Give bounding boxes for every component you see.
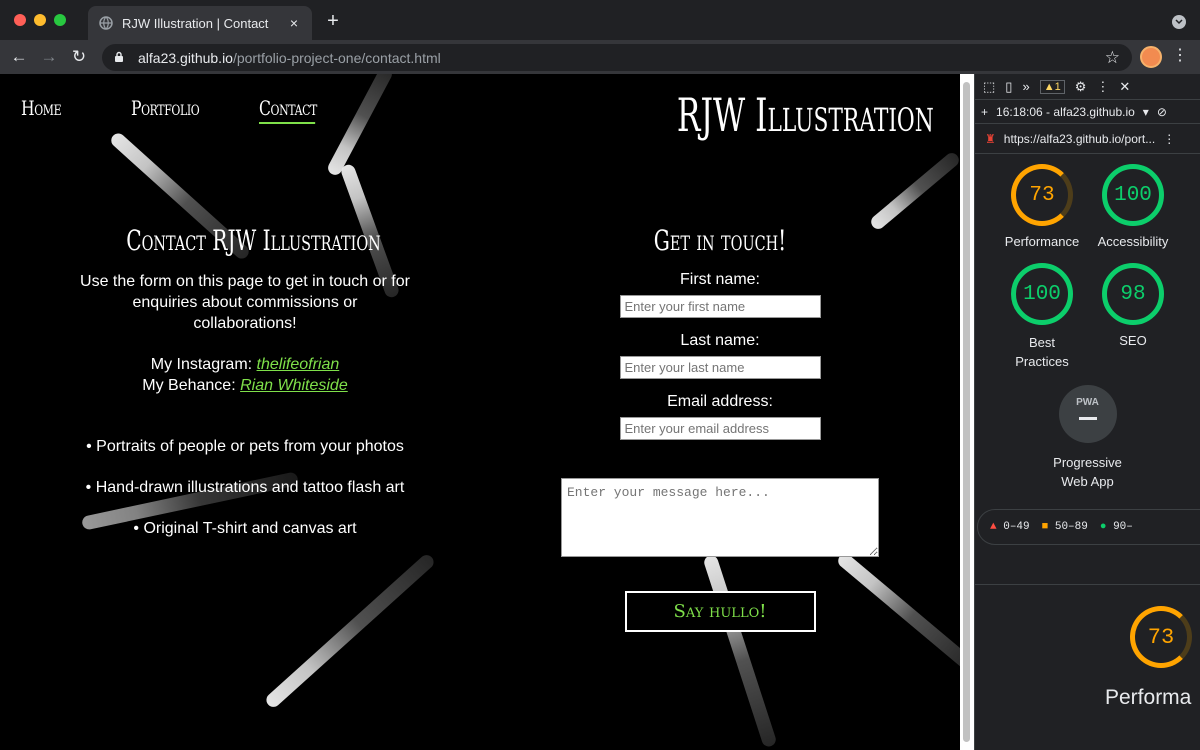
report-menu-icon[interactable]: ⋮: [1163, 132, 1175, 146]
gauge-label: Performance: [1004, 234, 1080, 249]
brush-stroke-decoration: [263, 552, 437, 710]
url-host: alfa23.github.io: [138, 49, 233, 66]
nav-contact-link[interactable]: Contact: [259, 96, 317, 124]
minimize-window-button[interactable]: [34, 14, 46, 26]
forward-arrow-icon[interactable]: →: [38, 46, 60, 68]
contact-intro: Use the form on this page to get in touc…: [80, 273, 410, 332]
score-gauges: 73 Performance 100 Accessibility 100 Bes…: [975, 164, 1200, 371]
nav-home-link[interactable]: Home: [21, 96, 69, 124]
brush-stroke-decoration: [868, 150, 960, 232]
device-toggle-icon[interactable]: ▯: [1005, 79, 1012, 95]
devtools-panel: ⬚ ▯ » ▲1 ⚙ ⋮ ✕ + 16:18:06 - alfa23.githu…: [974, 74, 1200, 750]
reload-icon[interactable]: ↻: [68, 46, 90, 68]
site-nav: Home Portfolio Contact: [21, 96, 331, 124]
report-url-bar: ♜ https://alfa23.github.io/port... ⋮: [975, 124, 1200, 154]
performance-gauge[interactable]: 73 Performance: [997, 164, 1088, 249]
lighthouse-icon: ♜: [985, 131, 996, 146]
message-textarea[interactable]: [561, 478, 879, 557]
browser-tab-strip: RJW Illustration | Contact × +: [0, 0, 1200, 40]
legend-average: ■ 50–89: [1041, 521, 1088, 533]
form-heading: Get in touch!: [653, 224, 787, 257]
profile-avatar[interactable]: [1140, 46, 1162, 68]
nav-portfolio-link[interactable]: Portfolio: [131, 96, 200, 124]
score-ring: 73: [1011, 164, 1073, 226]
close-devtools-icon[interactable]: ✕: [1119, 79, 1130, 95]
more-tabs-icon[interactable]: »: [1022, 79, 1029, 94]
pwa-gauge[interactable]: PWA Progressive Web App: [975, 385, 1200, 491]
pwa-badge-icon: PWA: [1058, 385, 1117, 443]
browser-menu-icon[interactable]: ⋮: [1170, 45, 1190, 65]
settings-gear-icon[interactable]: ⚙: [1075, 79, 1087, 95]
submit-button[interactable]: Say hullo!: [624, 591, 816, 632]
performance-section-title: Performa: [1105, 686, 1192, 709]
back-arrow-icon[interactable]: ←: [8, 46, 30, 68]
behance-label: My Behance:: [142, 377, 236, 394]
lighthouse-report-bar: + 16:18:06 - alfa23.github.io ▾ ⊘: [975, 100, 1200, 124]
score-ring: 98: [1102, 263, 1164, 325]
new-tab-button[interactable]: +: [322, 10, 344, 33]
email-input[interactable]: [619, 417, 821, 440]
tab-search-icon[interactable]: [1172, 15, 1186, 29]
instagram-label: My Instagram:: [150, 356, 253, 373]
best-practices-gauge[interactable]: 100 Best Practices: [997, 263, 1088, 371]
first-name-input[interactable]: [619, 295, 821, 318]
social-links: My Instagram: thelifeofrian My Behance: …: [80, 354, 410, 396]
score-ring: 100: [1102, 164, 1164, 226]
page-viewport: Home Portfolio Contact RJW Illustration …: [0, 74, 960, 750]
first-name-label: First name:: [679, 271, 760, 288]
legend-pass: ● 90–: [1099, 521, 1133, 533]
accessibility-gauge[interactable]: 100 Accessibility: [1088, 164, 1179, 249]
gauge-label: Best Practices: [1015, 335, 1069, 369]
performance-large-gauge: 73: [1130, 606, 1192, 668]
pwa-label: Progressive Web App: [1053, 455, 1122, 489]
inspect-element-icon[interactable]: ⬚: [983, 79, 995, 95]
last-name-input[interactable]: [619, 356, 821, 379]
score-legend: ▲ 0–49 ■ 50–89 ● 90–: [977, 509, 1200, 545]
divider: [975, 584, 1200, 585]
gauge-label: SEO: [1119, 333, 1147, 348]
contact-info-section: Contact RJW Illustration Use the form on…: [80, 224, 410, 559]
report-url: https://alfa23.github.io/port...: [1003, 131, 1156, 146]
globe-icon: [98, 15, 114, 31]
new-report-icon[interactable]: +: [981, 105, 988, 119]
devtools-menu-icon[interactable]: ⋮: [1096, 79, 1109, 95]
list-item: • Hand-drawn illustrations and tattoo fl…: [85, 479, 405, 496]
address-bar[interactable]: alfa23.github.io/portfolio-project-one/c…: [102, 44, 1132, 71]
scrollbar-thumb[interactable]: [963, 82, 970, 742]
contact-heading: Contact RJW Illustration: [126, 224, 381, 257]
list-item: • Original T-shirt and canvas art: [133, 520, 357, 537]
close-window-button[interactable]: [14, 14, 26, 26]
behance-link[interactable]: Rian Whiteside: [240, 377, 348, 394]
instagram-link[interactable]: thelifeofrian: [257, 356, 340, 373]
devtools-toolbar: ⬚ ▯ » ▲1 ⚙ ⋮ ✕: [975, 74, 1200, 100]
last-name-label: Last name:: [680, 332, 760, 349]
tab-title: RJW Illustration | Contact: [122, 15, 269, 31]
bookmark-star-icon[interactable]: ☆: [1105, 48, 1120, 68]
services-list: • Portraits of people or pets from your …: [80, 436, 410, 539]
close-tab-icon[interactable]: ×: [286, 15, 302, 31]
report-selector[interactable]: 16:18:06 - alfa23.github.io: [996, 105, 1135, 119]
page-scrollbar[interactable]: [960, 74, 974, 750]
legend-fail: ▲ 0–49: [990, 521, 1030, 533]
url-path: /portfolio-project-one/contact.html: [232, 49, 441, 66]
gauge-label: Accessibility: [1097, 234, 1169, 249]
clear-report-icon[interactable]: ⊘: [1157, 105, 1167, 119]
maximize-window-button[interactable]: [54, 14, 66, 26]
email-label: Email address:: [667, 393, 773, 410]
brush-stroke-decoration: [325, 74, 395, 178]
list-item: • Portraits of people or pets from your …: [86, 438, 404, 455]
browser-toolbar: ← → ↻ alfa23.github.io/portfolio-project…: [0, 40, 1200, 74]
dropdown-chevron-icon[interactable]: ▾: [1143, 105, 1149, 119]
warnings-badge[interactable]: ▲1: [1039, 79, 1065, 94]
browser-tab[interactable]: RJW Illustration | Contact ×: [88, 6, 312, 40]
site-brand[interactable]: RJW Illustration: [677, 88, 934, 142]
lock-icon: [114, 50, 128, 66]
score-ring: 100: [1011, 263, 1073, 325]
contact-form: Get in touch! First name: Last name: Ema…: [560, 224, 880, 632]
seo-gauge[interactable]: 98 SEO: [1088, 263, 1179, 371]
